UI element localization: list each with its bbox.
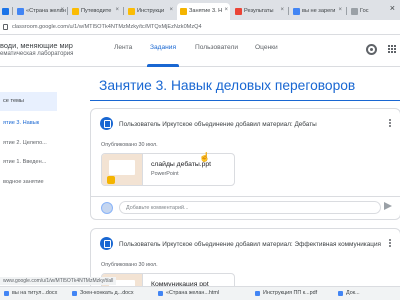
class-name[interactable]: води, меняющие мир (0, 41, 73, 50)
sidebar-item-lesson-2[interactable]: ятие 2. Целепо... (0, 134, 47, 153)
download-item[interactable]: Зоен-конкать д...docx (72, 290, 134, 296)
tab-separator (67, 7, 68, 15)
sidebar-item-lesson-1[interactable]: ятие 1. Введен... (0, 153, 46, 172)
tab-separator (346, 7, 347, 15)
browser-tab[interactable]: Результаты × (232, 3, 286, 20)
sidebar-item-label: ятие 3. Навык (3, 120, 40, 126)
close-icon[interactable]: × (115, 7, 119, 13)
material-title[interactable]: Пользователь Иркутское объединение добав… (119, 241, 381, 248)
slides-favicon-icon (72, 8, 79, 15)
downloads-bar: вы на титул...docx Зоен-конкать д...docx… (0, 286, 400, 300)
material-title[interactable]: Пользователь Иркутское объединение добав… (119, 121, 317, 128)
close-icon[interactable]: × (60, 7, 64, 13)
browser-tab[interactable]: Инструкци × (125, 3, 175, 20)
slides-favicon-icon (128, 8, 135, 15)
classroom-header: води, меняющие мир ематическая лаборатор… (0, 35, 400, 67)
pointer-cursor-icon: ☝ (199, 152, 211, 162)
browser-tab-label: Результаты (244, 8, 274, 14)
browser-tab[interactable] (0, 3, 12, 20)
comment-input[interactable]: Добавьте комментарий... (119, 201, 381, 214)
tab-grades[interactable]: Оценки (255, 44, 278, 51)
browser-tab-label: Путеводите (81, 8, 112, 14)
sidebar-item-label: се темы (3, 98, 24, 104)
publish-date: Опубликовано 30 июл. (101, 262, 158, 268)
close-icon[interactable]: × (280, 7, 284, 13)
browser-tab-strip: «Страна желан × Путеводите × Инструкци ×… (0, 0, 400, 20)
publish-date: Опубликовано 30 июл. (101, 142, 158, 148)
attachment-type: PowerPoint (151, 171, 179, 177)
tab-separator (123, 7, 124, 15)
comment-row: Добавьте комментарий... (91, 196, 400, 220)
sidebar-item-intro[interactable]: водное занятие (0, 173, 44, 192)
youtube-favicon-icon (235, 8, 242, 15)
avatar (101, 202, 113, 214)
browser-tab-label: вы не зареги (302, 8, 336, 14)
download-item[interactable]: «Страна желан...html (158, 290, 219, 296)
browser-tab[interactable]: вы не зареги × (290, 3, 344, 20)
sidebar-item-label: водное занятие (3, 179, 44, 185)
browser-tab-label: Занятие 3. Н (189, 8, 223, 14)
material-icon (100, 117, 113, 130)
browser-tab[interactable]: Путеводите × (69, 3, 121, 20)
download-item[interactable]: Док... (338, 290, 360, 296)
material-card[interactable]: Пользователь Иркутское объединение добав… (90, 108, 400, 220)
attachment-card[interactable]: слайды дебаты.ppt PowerPoint (101, 153, 235, 186)
tab-stream[interactable]: Лента (114, 44, 132, 51)
classroom-favicon-icon (2, 8, 9, 15)
window-close-icon[interactable]: × (390, 3, 395, 13)
tab-classwork[interactable]: Задания (150, 44, 176, 51)
browser-tab[interactable]: «Страна желан × (14, 3, 66, 20)
close-icon[interactable]: × (224, 7, 228, 13)
download-item[interactable]: вы на титул...docx (4, 290, 57, 296)
browser-tab-label: Гос (360, 8, 369, 14)
attachment-thumbnail (102, 154, 143, 185)
gear-icon[interactable] (366, 44, 377, 55)
lock-icon (3, 24, 8, 30)
sidebar-item-label: ятие 1. Введен... (3, 159, 47, 165)
docs-favicon-icon (17, 8, 24, 15)
more-vert-icon[interactable] (389, 119, 392, 128)
browser-tab-label: Инструкци (137, 8, 165, 14)
close-icon[interactable]: × (338, 7, 342, 13)
tab-separator (12, 7, 13, 15)
address-bar[interactable]: classroom.google.com/u/1/w/MTI5OTk4NTMzM… (0, 20, 400, 35)
powerpoint-icon (107, 176, 115, 184)
class-section: ематическая лаборатория (0, 51, 74, 57)
sidebar-item-lesson-3[interactable]: ятие 3. Навык (0, 114, 39, 133)
topic-divider (90, 100, 400, 101)
material-icon (100, 237, 113, 250)
active-tab-indicator (147, 64, 179, 67)
browser-tab-active[interactable]: Занятие 3. Н × (177, 3, 230, 20)
download-item[interactable]: Инструкция ПП к...pdf (255, 290, 317, 296)
site-favicon-icon (351, 8, 358, 15)
sidebar-item-all-topics[interactable]: се темы (0, 92, 57, 111)
apps-grid-icon[interactable] (388, 45, 397, 54)
browser-tab[interactable]: Гос (348, 3, 384, 20)
google-favicon-icon (293, 8, 300, 15)
send-icon[interactable] (384, 202, 392, 210)
status-url: www.google.com/u/1/w/MTI5OTk4NTMzMzky/t/… (0, 277, 117, 285)
sidebar-item-label: ятие 2. Целепо... (3, 140, 47, 146)
tab-separator (288, 7, 289, 15)
classroom-favicon-icon (180, 8, 187, 15)
more-vert-icon[interactable] (389, 239, 392, 248)
close-icon[interactable]: × (169, 7, 173, 13)
topic-title: Занятие 3. Навык деловых переговоров (99, 78, 356, 93)
address-url[interactable]: classroom.google.com/u/1/w/MTI5OTk4NTMzM… (12, 24, 202, 30)
tab-people[interactable]: Пользователи (195, 44, 238, 51)
